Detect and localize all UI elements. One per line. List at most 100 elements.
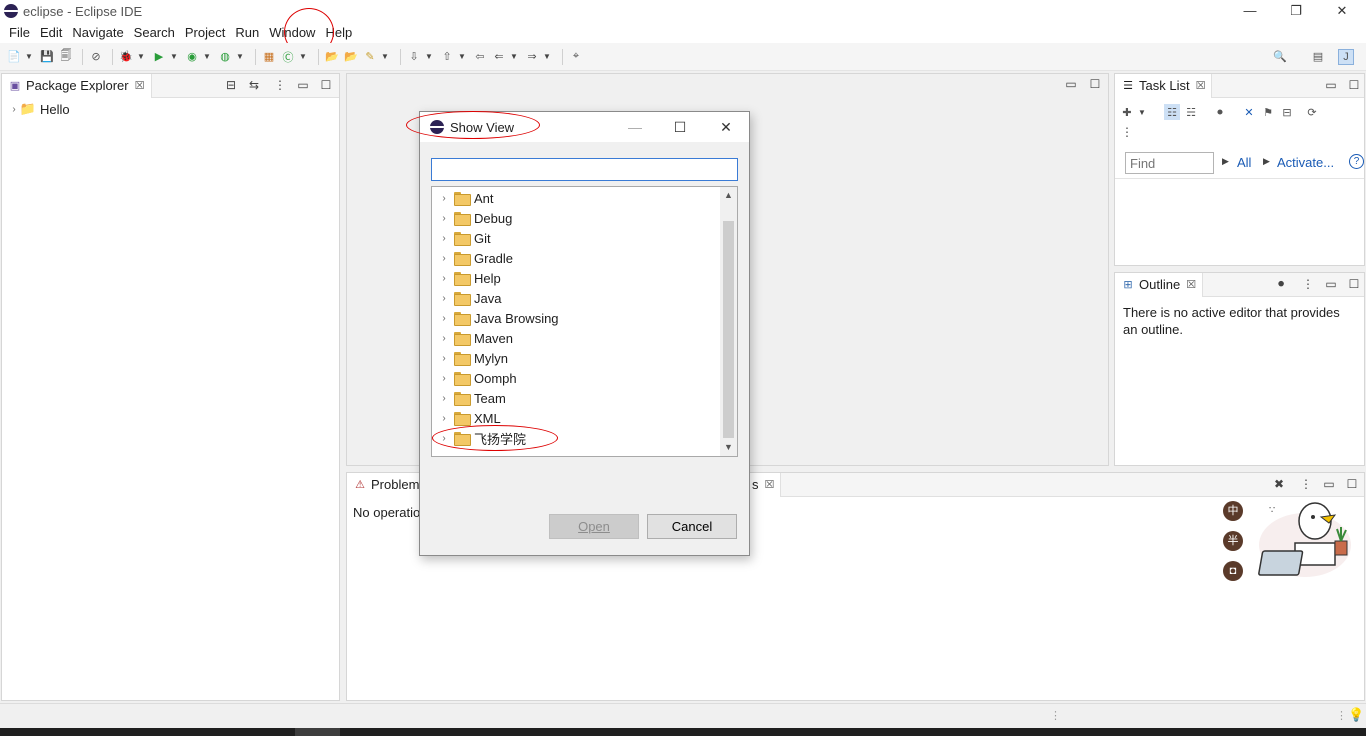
save-icon[interactable]: 💾 [39,49,55,65]
focus-icon[interactable]: ⚑ [1260,104,1276,120]
external-tools-icon[interactable]: ◍ [217,49,233,65]
search-tool-dropdown-icon[interactable]: ▼ [381,52,389,61]
chevron-right-icon[interactable]: › [438,293,450,304]
open-task-icon[interactable]: 📂 [343,49,359,65]
external-tools-dropdown-icon[interactable]: ▼ [236,52,244,61]
filter-icon[interactable]: ⚫ [1212,104,1228,120]
new-task-icon[interactable]: ✚ [1119,104,1135,120]
menu-file[interactable]: File [4,22,35,43]
chevron-right-icon[interactable]: › [438,333,450,344]
ime-skin-button[interactable]: ◘ [1223,561,1243,581]
search-tool-icon[interactable]: ✎ [362,49,378,65]
view-menu-icon[interactable]: ⋮ [1300,277,1316,291]
java-perspective-icon[interactable]: J [1338,48,1354,65]
view-filter-input[interactable] [431,158,738,181]
ime-chinese-button[interactable]: 中 [1223,501,1243,521]
save-all-icon[interactable]: 🗐 [58,49,74,65]
tree-item[interactable]: › 📁 Hello [8,99,339,119]
forward-dropdown-icon[interactable]: ▼ [543,52,551,61]
menu-search[interactable]: Search [129,22,180,43]
maximize-icon[interactable]: ☐ [658,112,702,142]
ime-halfwidth-button[interactable]: 半 [1223,531,1243,551]
all-link[interactable]: All [1237,155,1251,170]
task-find-input[interactable] [1125,152,1214,174]
chevron-right-icon[interactable]: › [438,373,450,384]
list-scrollbar[interactable]: ▲ ▼ [720,187,737,456]
chevron-right-icon[interactable]: › [438,413,450,424]
view-category-item[interactable]: › Ant [432,188,737,208]
minimize-view-icon[interactable]: ▭ [1321,477,1337,491]
debug-icon[interactable]: 🐞 [118,49,134,65]
taskbar-active-item[interactable] [295,728,340,736]
pin-editor-icon[interactable]: ⌖ [568,49,584,65]
view-category-item[interactable]: › Gradle [432,248,737,268]
view-category-item[interactable]: › Team [432,388,737,408]
chevron-right-icon[interactable]: › [438,393,450,404]
view-category-item[interactable]: › Debug [432,208,737,228]
view-category-item[interactable]: › Help [432,268,737,288]
view-menu-icon[interactable]: ⋮ [1119,125,1135,139]
skip-breakpoints-icon[interactable]: ⊘ [88,49,104,65]
minimize-editor-icon[interactable]: ▭ [1063,77,1079,91]
open-type-icon[interactable]: 📂 [324,49,340,65]
view-category-item[interactable]: › Java Browsing [432,308,737,328]
close-tab-icon[interactable]: ☒ [135,79,145,92]
collapse-all-icon[interactable]: ⊟ [223,78,239,92]
filter-icon[interactable]: ⚫ [1273,277,1289,291]
run-icon[interactable]: ▶ [151,49,167,65]
chevron-right-icon[interactable]: › [438,193,450,204]
new-package-icon[interactable]: ▦ [261,49,277,65]
close-tab-icon[interactable]: ☒ [1186,278,1196,291]
maximize-editor-icon[interactable]: ☐ [1087,77,1103,91]
chevron-right-icon[interactable]: › [438,213,450,224]
restore-icon[interactable]: ❐ [1273,0,1319,22]
run-dropdown-icon[interactable]: ▼ [170,52,178,61]
categorized-icon[interactable]: ☷ [1164,104,1180,120]
minimize-view-icon[interactable]: ▭ [295,78,311,92]
view-category-item[interactable]: › XML [432,408,737,428]
new-class-icon[interactable]: Ⓒ [280,49,296,65]
menu-run[interactable]: Run [230,22,264,43]
chevron-right-icon[interactable]: › [438,313,450,324]
menu-help[interactable]: Help [320,22,357,43]
minimize-icon[interactable]: — [613,112,657,142]
chevron-right-icon[interactable]: › [438,433,450,444]
activate-link[interactable]: Activate... [1277,155,1334,170]
menu-edit[interactable]: Edit [35,22,67,43]
next-annotation-icon[interactable]: ⇩ [406,49,422,65]
tab-task-list[interactable]: ☰ Task List ☒ [1115,73,1213,98]
back-icon[interactable]: ⇐ [491,49,507,65]
view-category-item[interactable]: › 飞扬学院 [432,428,737,448]
chevron-right-icon[interactable]: › [438,253,450,264]
scroll-up-icon[interactable]: ▲ [720,187,737,204]
close-icon[interactable]: ✕ [1319,0,1365,22]
view-menu-icon[interactable]: ⋮ [272,78,288,92]
tab-other[interactable]: s ☒ [745,472,782,497]
tab-package-explorer[interactable]: ▣ Package Explorer ☒ [2,73,152,98]
help-icon[interactable]: ? [1349,154,1364,169]
cancel-button[interactable]: Cancel [647,514,737,539]
tab-problems[interactable]: ⚠ Problem [347,472,427,497]
maximize-view-icon[interactable]: ☐ [1346,277,1362,291]
tab-outline[interactable]: ⊞ Outline ☒ [1115,272,1204,297]
search-icon[interactable]: 🔍 [1272,49,1288,65]
view-category-item[interactable]: › Java [432,288,737,308]
close-tab-icon[interactable]: ☒ [1196,79,1206,92]
maximize-view-icon[interactable]: ☐ [1344,477,1360,491]
link-with-editor-icon[interactable]: ⇆ [246,78,262,92]
chevron-right-icon[interactable]: › [438,233,450,244]
menu-navigate[interactable]: Navigate [67,22,128,43]
new-icon[interactable]: 📄 [6,49,22,65]
menu-project[interactable]: Project [180,22,230,43]
view-category-item[interactable]: › Oomph [432,368,737,388]
minimize-view-icon[interactable]: ▭ [1323,78,1339,92]
scrollbar-thumb[interactable] [723,221,734,438]
back-dropdown-icon[interactable]: ▼ [510,52,518,61]
maximize-view-icon[interactable]: ☐ [1346,78,1362,92]
chevron-right-icon[interactable]: › [438,353,450,364]
last-edit-icon[interactable]: ⇦ [472,49,488,65]
minimize-icon[interactable]: — [1227,0,1273,22]
minimize-view-icon[interactable]: ▭ [1323,277,1339,291]
hide-completed-icon[interactable]: ✕ [1241,104,1257,120]
collapse-all-icon[interactable]: ⊟ [1279,104,1295,120]
